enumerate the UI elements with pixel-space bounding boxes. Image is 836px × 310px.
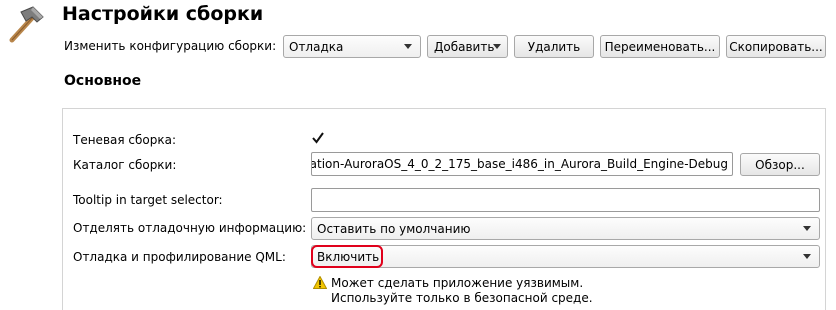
chevron-down-icon <box>803 226 811 231</box>
add-button-label: Добавить <box>434 39 495 54</box>
page-title: Настройки сборки <box>62 3 264 25</box>
rename-button[interactable]: Переименовать... <box>600 35 720 58</box>
warning-icon <box>312 275 328 289</box>
qml-debug-highlight <box>311 245 383 268</box>
config-select-value: Отладка <box>289 39 344 54</box>
hammer-icon <box>6 4 46 44</box>
config-select[interactable]: Отладка <box>283 35 421 58</box>
separate-debug-select[interactable]: Оставить по умолчанию <box>311 217 820 240</box>
checkmark-icon <box>312 132 324 144</box>
chevron-down-icon <box>404 44 412 49</box>
config-label: Изменить конфигурацию сборки: <box>64 39 277 53</box>
build-dir-label: Каталог сборки: <box>73 158 177 172</box>
section-title: Основное <box>64 73 142 89</box>
warning-text-2: Используйте только в безопасной среде. <box>331 291 593 305</box>
chevron-down-icon <box>493 44 501 49</box>
browse-button[interactable]: Обзор... <box>740 153 820 176</box>
tooltip-field[interactable] <box>311 188 820 212</box>
delete-button[interactable]: Удалить <box>514 35 594 58</box>
qml-debug-label: Отладка и профилирование QML: <box>73 250 286 264</box>
tooltip-label: Tooltip in target selector: <box>73 193 223 207</box>
build-dir-value: ation-AuroraOS_4_0_2_175_base_i486_in_Au… <box>311 157 728 171</box>
copy-button[interactable]: Скопировать... <box>726 35 826 58</box>
warning-text-1: Может сделать приложение уязвимым. <box>331 276 584 290</box>
chevron-down-icon <box>803 254 811 259</box>
shadow-build-label: Теневая сборка: <box>73 133 177 147</box>
build-dir-field[interactable]: ation-AuroraOS_4_0_2_175_base_i486_in_Au… <box>311 152 733 176</box>
separate-debug-value: Оставить по умолчанию <box>317 221 471 236</box>
qml-debug-select[interactable]: Включить <box>311 245 820 268</box>
add-button[interactable]: Добавить <box>427 35 508 58</box>
separate-debug-label: Отделять отладочную информацию: <box>73 221 307 235</box>
shadow-build-checkbox[interactable] <box>311 131 325 145</box>
